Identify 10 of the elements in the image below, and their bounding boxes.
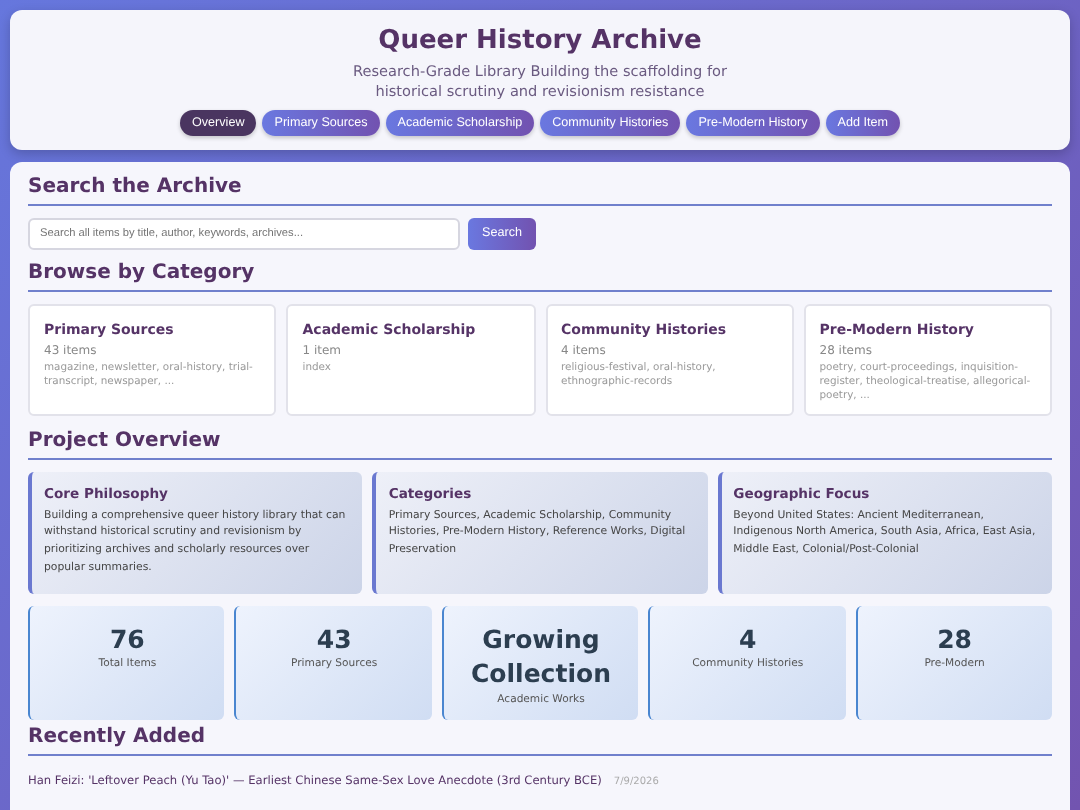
section-heading: Browse by Category xyxy=(28,261,1052,292)
section-heading: Project Overview xyxy=(28,429,1052,460)
section-heading: Recently Added xyxy=(28,725,1052,756)
stat-value: Growing Collection xyxy=(469,621,613,692)
stat-value: 76 xyxy=(107,621,147,657)
site-title: Queer History Archive xyxy=(376,26,704,56)
stat-value: 43 xyxy=(314,621,354,657)
section-heading: Search the Archive xyxy=(28,175,1052,206)
stat-value: 4 xyxy=(737,621,759,657)
stat-value: 28 xyxy=(935,621,974,657)
